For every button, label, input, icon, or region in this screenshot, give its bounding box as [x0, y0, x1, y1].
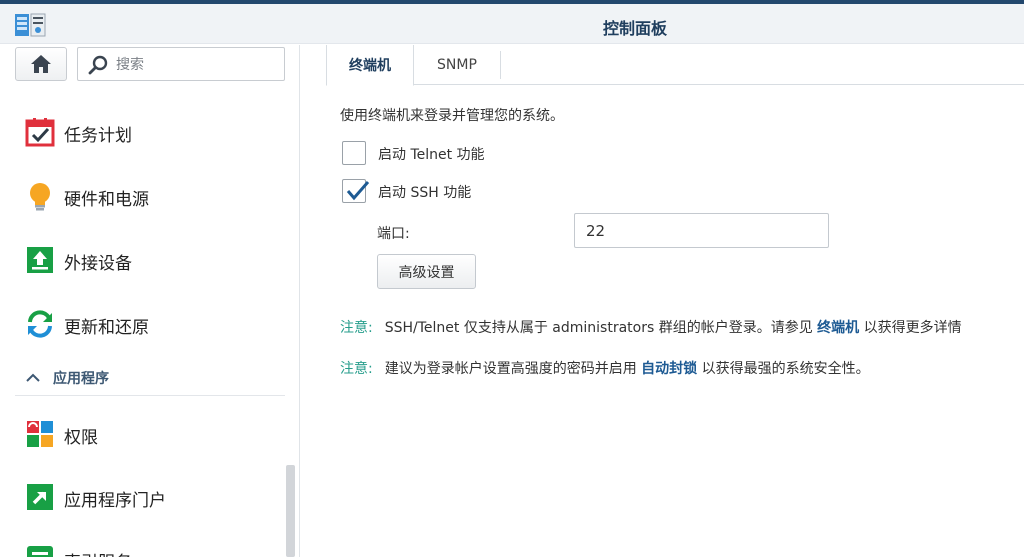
section-header-applications[interactable]: 应用程序: [0, 363, 285, 393]
note-text: SSH/Telnet 仅支持从属于 administrators 群组的帐户登录…: [384, 320, 813, 336]
sidebar-item-label: 硬件和电源: [64, 190, 149, 210]
sidebar: 任务计划 硬件和电源 外接设备 更新和还原 应用程序: [0, 45, 300, 557]
calendar-check-icon: [25, 118, 55, 147]
home-button[interactable]: [15, 47, 67, 81]
sidebar-item-label: 任务计划: [64, 126, 132, 146]
search-icon: [88, 55, 108, 75]
sidebar-item-hardware-power[interactable]: 硬件和电源: [0, 174, 285, 218]
sidebar-item-privileges[interactable]: 权限: [0, 412, 285, 456]
telnet-label: 启动 Telnet 功能: [378, 147, 485, 163]
sidebar-item-label: 权限: [64, 428, 98, 448]
title-bar: 控制面板: [0, 4, 1024, 44]
terminal-description: 使用终端机来登录并管理您的系统。: [340, 108, 564, 124]
note-ssh-telnet: 注意: SSH/Telnet 仅支持从属于 administrators 群组的帐…: [340, 317, 962, 337]
section-divider: [15, 395, 285, 396]
privileges-icon: [27, 421, 53, 447]
upload-device-icon: [27, 247, 53, 273]
control-panel-app-icon: [15, 13, 46, 37]
sidebar-item-task-scheduler[interactable]: 任务计划: [0, 110, 285, 154]
note-text-after: 以获得最强的系统安全性。: [701, 361, 870, 377]
sidebar-item-external-devices[interactable]: 外接设备: [0, 238, 285, 282]
sidebar-scrollbar[interactable]: [286, 465, 295, 557]
home-icon: [31, 55, 51, 73]
sidebar-item-label: 应用程序门户: [64, 491, 166, 511]
window-title: 控制面板: [602, 19, 667, 38]
auto-block-link[interactable]: 自动封锁: [641, 361, 697, 377]
chevron-up-icon: [26, 373, 40, 382]
advanced-settings-button[interactable]: 高级设置: [377, 254, 476, 289]
sidebar-item-index-service[interactable]: 索引服务: [0, 537, 285, 557]
section-header-label: 应用程序: [53, 371, 109, 387]
search-input[interactable]: [116, 54, 276, 76]
note-text: 建议为登录帐户设置高强度的密码并启用: [384, 361, 637, 377]
refresh-icon: [28, 310, 52, 338]
note-tag: 注意:: [340, 361, 373, 377]
sidebar-item-update-restore[interactable]: 更新和还原: [0, 302, 285, 346]
index-service-icon: [27, 546, 53, 557]
app-portal-icon: [27, 484, 53, 510]
lightbulb-icon: [30, 183, 50, 211]
note-text-after: 以获得更多详情: [863, 320, 962, 336]
telnet-checkbox[interactable]: [342, 141, 366, 165]
tab-snmp[interactable]: SNMP: [414, 45, 500, 85]
checkmark-icon: [346, 181, 370, 201]
sidebar-item-app-portal[interactable]: 应用程序门户: [0, 475, 285, 519]
tab-terminal[interactable]: 终端机: [326, 45, 414, 86]
ssh-label: 启动 SSH 功能: [378, 185, 472, 201]
tab-bar: 终端机 SNMP: [326, 45, 1024, 86]
note-tag: 注意:: [340, 320, 373, 336]
ssh-checkbox[interactable]: [342, 179, 370, 203]
terminal-help-link[interactable]: 终端机: [817, 320, 859, 336]
note-security: 注意: 建议为登录帐户设置高强度的密码并启用 自动封锁 以获得最强的系统安全性。: [340, 358, 870, 378]
port-label: 端口:: [377, 226, 410, 242]
sidebar-item-label: 索引服务: [64, 548, 132, 557]
search-box[interactable]: [77, 47, 285, 81]
sidebar-item-label: 更新和还原: [64, 318, 149, 338]
tab-separator: [500, 51, 501, 79]
port-input[interactable]: [574, 213, 829, 248]
main-panel: 终端机 SNMP 使用终端机来登录并管理您的系统。 启动 Telnet 功能 启…: [306, 45, 1024, 557]
sidebar-item-label: 外接设备: [64, 254, 132, 274]
